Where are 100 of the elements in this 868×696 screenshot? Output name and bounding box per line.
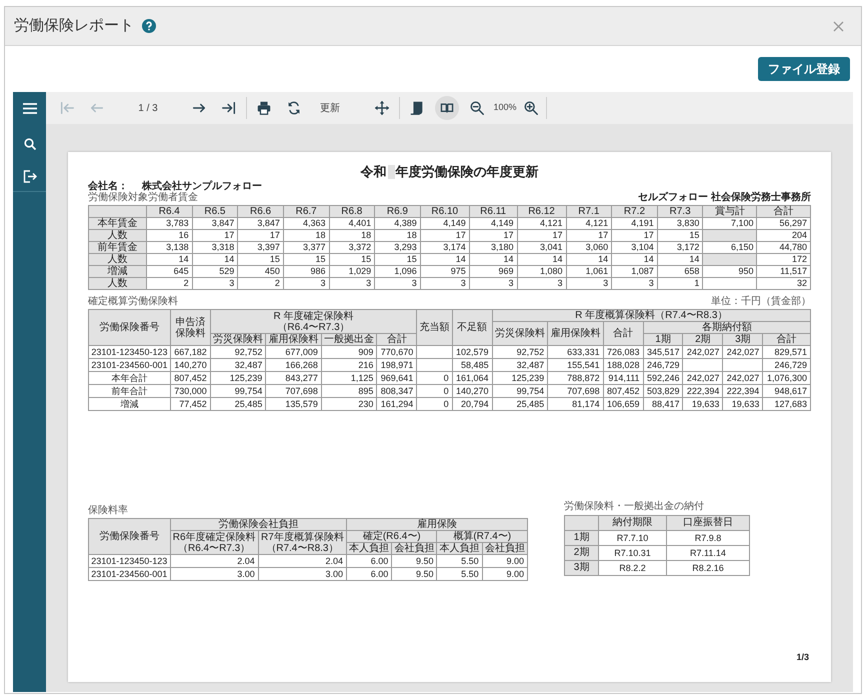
- table-cell: 140,270: [452, 384, 492, 398]
- table-cell: 56,297: [756, 218, 810, 230]
- column-header: 労働保険番号: [88, 518, 170, 554]
- column-header: R6.11: [469, 206, 518, 218]
- exit-icon[interactable]: [22, 170, 36, 183]
- table-cell: 969: [469, 266, 518, 278]
- table-cell: 3: [329, 278, 375, 290]
- column-header: 確定(R6.4〜): [346, 530, 437, 542]
- table-cell: 1,125: [321, 372, 377, 384]
- page-indicator: 1 / 3: [137, 102, 159, 116]
- table-cell: 15: [374, 254, 420, 266]
- table-cell: 0: [416, 372, 452, 384]
- refresh-button[interactable]: 更新: [309, 96, 351, 120]
- table-cell: 242,027: [682, 372, 723, 384]
- table-cell: 155,541: [548, 358, 604, 372]
- table-cell: 216: [321, 358, 377, 372]
- table-cell: 3,293: [374, 242, 420, 254]
- table-cell: 1,076,300: [762, 372, 810, 384]
- table-cell: 1: [657, 278, 703, 290]
- table-cell: 770,670: [376, 346, 417, 358]
- table-cell: 161,064: [452, 372, 492, 384]
- table-cell: 92,752: [492, 346, 548, 358]
- column-header: R7.3: [657, 206, 703, 218]
- column-header: 3期: [722, 334, 763, 346]
- table-cell: 3: [420, 278, 470, 290]
- page-number: 1/3: [796, 650, 809, 664]
- row-header: 2期: [564, 546, 598, 560]
- table-cell: 3,138: [146, 242, 192, 254]
- table-cell: 843,277: [266, 372, 322, 384]
- table-cell: 3,041: [517, 242, 566, 254]
- table-cell: 17: [420, 230, 470, 242]
- column-header: 本人負担: [346, 542, 392, 554]
- column-header: 会社負担: [392, 542, 437, 554]
- table-cell: 6,150: [702, 242, 757, 254]
- column-header: 1期: [643, 334, 683, 346]
- column-header: （R6.4〜R7.3）: [177, 542, 252, 554]
- table-cell: 3,174: [420, 242, 470, 254]
- table-cell: 25,485: [492, 398, 548, 410]
- table-cell: 529: [192, 266, 238, 278]
- column-header: R6.4: [146, 206, 192, 218]
- table-cell: 11,517: [756, 266, 810, 278]
- table-cell: 44,780: [756, 242, 810, 254]
- blank-field[interactable]: [388, 165, 394, 179]
- table-cell: 3: [374, 278, 420, 290]
- table-cell: 125,239: [492, 372, 548, 384]
- table-cell: 3: [469, 278, 518, 290]
- column-header: R6年度確定保険料: [172, 532, 256, 542]
- column-header: （R6.4〜R7.3）: [276, 322, 351, 332]
- column-header: R6.9: [374, 206, 420, 218]
- table-cell: 77,452: [170, 398, 210, 410]
- table-cell: 2: [146, 278, 192, 290]
- table-cell: 7,100: [702, 218, 757, 230]
- row-header: 人数: [88, 278, 146, 290]
- table-cell: 15: [283, 254, 329, 266]
- table-cell: 829,571: [762, 346, 810, 358]
- table-cell: 3,377: [283, 242, 329, 254]
- table-cell: 15: [657, 230, 703, 242]
- table-cell: 3: [517, 278, 566, 290]
- register-button[interactable]: ファイル登録: [758, 57, 850, 81]
- book-button[interactable]: [435, 96, 459, 120]
- refresh-icon: [286, 100, 302, 116]
- help-icon[interactable]: [142, 19, 156, 33]
- table-cell: 14: [657, 254, 703, 266]
- table-cell: R8.2.16: [666, 560, 750, 576]
- table-cell: 9.00: [482, 554, 528, 568]
- column-header: R6.10: [420, 206, 470, 218]
- report-title: 令和: [360, 163, 386, 182]
- table-cell: 17: [566, 230, 612, 242]
- table-cell: 3,318: [192, 242, 238, 254]
- table-cell: 3,847: [238, 218, 284, 230]
- table-cell: 2.04: [258, 554, 346, 568]
- column-header: 合計: [603, 322, 644, 346]
- table-cell: 969,641: [376, 372, 417, 384]
- table-cell: 14: [566, 254, 612, 266]
- table-cell: 1,061: [566, 266, 612, 278]
- table-cell: 4,121: [517, 218, 566, 230]
- table-cell: 222,394: [682, 384, 723, 398]
- table-cell: 14: [612, 254, 658, 266]
- table-cell: 242,027: [682, 346, 723, 358]
- column-header: 雇用保険料: [266, 334, 322, 346]
- table-cell: 4,149: [469, 218, 518, 230]
- column-header: 雇用保険: [346, 518, 528, 530]
- zoom-out-icon: [469, 100, 485, 116]
- table-cell: 18: [329, 230, 375, 242]
- row-header: 23101-234560-001: [88, 358, 170, 372]
- column-header: R6.6: [238, 206, 284, 218]
- menu-icon[interactable]: [22, 102, 36, 114]
- table-cell: 677,009: [266, 346, 322, 358]
- column-header: 2期: [682, 334, 723, 346]
- zoom-level: 100%: [492, 101, 518, 114]
- table-cell: 895: [321, 384, 377, 398]
- table-cell: 4,121: [566, 218, 612, 230]
- table-cell: 3,397: [238, 242, 284, 254]
- row-header: 1期: [564, 530, 598, 546]
- table-cell: 172: [756, 254, 810, 266]
- table-cell: 3,104: [612, 242, 658, 254]
- column-header: R 年度概算保険料（R7.4〜R8.3）: [492, 310, 810, 322]
- table-cell: 58,485: [452, 358, 492, 372]
- search-icon[interactable]: [24, 138, 36, 150]
- table-cell: 2: [238, 278, 284, 290]
